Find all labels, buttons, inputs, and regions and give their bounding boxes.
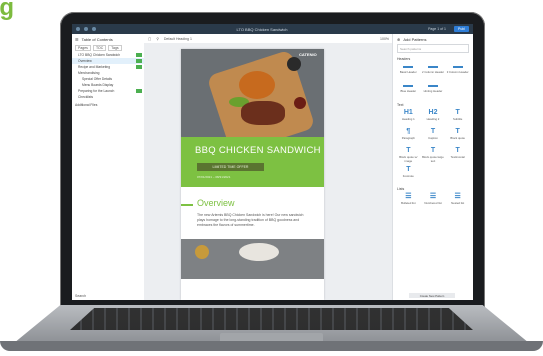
menu-icon[interactable] [76, 27, 80, 31]
text-icon: T [430, 128, 436, 135]
pattern-item[interactable]: 2 Column Header [422, 63, 445, 80]
publish-button[interactable]: Publ [453, 26, 469, 32]
pattern-item[interactable]: T Testimonial [446, 147, 469, 164]
list-icon: ☰ [429, 193, 437, 200]
patterns-search-input[interactable]: Search patterns [397, 44, 469, 53]
header-icon [427, 85, 438, 87]
section-title: Overview [197, 198, 235, 208]
document-page: CATENIO BBQ CHICKEN SANDWICH LIMITED TIM… [181, 49, 324, 300]
status-bar [136, 59, 142, 63]
hero-banner: BBQ CHICKEN SANDWICH LIMITED TIME OFFER … [181, 137, 324, 187]
text-icon: T [406, 147, 411, 154]
pattern-item[interactable]: 3 Column Header [446, 63, 469, 80]
keyboard [70, 308, 473, 330]
toc-item[interactable]: Checklists [72, 94, 144, 100]
laptop-lid: LTO BBQ Chicken Sandwich Page 1 of 1 Pub… [60, 12, 485, 312]
lists-grid: ☰ Bulleted list ☰ Numbered list ☰ Nested li… [393, 193, 473, 210]
sauce-bowl [294, 97, 306, 109]
tab-pages[interactable]: Pages [75, 45, 91, 51]
pattern-item[interactable]: Hinting Header [422, 82, 445, 99]
secondary-photo [181, 239, 324, 279]
sandwich-filling [241, 101, 285, 125]
laptop-base [0, 305, 543, 356]
header-icon [403, 66, 414, 68]
pattern-item[interactable]: T Footnote [397, 166, 420, 183]
heading-icon: H2 [428, 109, 438, 116]
laptop-front-edge [0, 341, 543, 351]
pattern-item[interactable]: H1 Heading 1 [397, 109, 420, 126]
pattern-item[interactable]: T Subtitle [446, 109, 469, 126]
text-icon: T [406, 166, 411, 173]
toc-header: ☰ Table of Contents [72, 34, 144, 44]
patterns-panel: ⊕ Add Patterns Search patterns Headers B… [392, 34, 473, 300]
list-icon: ☰ [405, 193, 412, 200]
app-topbar: LTO BBQ Chicken Sandwich Page 1 of 1 Pub… [72, 24, 473, 34]
redo-icon[interactable] [92, 27, 96, 31]
section-headers: Headers [397, 57, 411, 61]
style-selector[interactable]: Default Heading 1 [164, 37, 192, 41]
comment-icon[interactable]: ▢ [148, 37, 151, 41]
hero-title: BBQ CHICKEN SANDWICH [195, 145, 321, 156]
page-count: Page 1 of 1 [428, 27, 446, 31]
zoom-level[interactable]: 100% [380, 37, 389, 41]
text-icon: T [430, 147, 436, 154]
patterns-title: Add Patterns [403, 36, 427, 42]
pattern-item[interactable]: T Block quote [446, 128, 469, 145]
undo-icon[interactable] [84, 27, 88, 31]
pattern-item[interactable]: ☰ Bulleted list [397, 193, 420, 210]
heading-icon: H1 [403, 109, 413, 116]
spice-jar [195, 245, 209, 259]
hero-photo: CATENIO [181, 49, 324, 137]
pattern-item[interactable]: T Block quote large text [422, 147, 445, 164]
header-icon [427, 66, 438, 68]
pattern-item[interactable]: H2 Heading 2 [422, 109, 445, 126]
pattern-item[interactable]: T Block quote w/ image [397, 147, 420, 164]
section-rule [181, 204, 193, 206]
toc-icon: ☰ [75, 36, 79, 42]
body-text: The new Artemis BBQ Chicken Sandwich is … [197, 213, 304, 227]
document-canvas: CATENIO BBQ CHICKEN SANDWICH LIMITED TIM… [144, 43, 393, 300]
toc-panel: ☰ Table of Contents Pages TOC Tags LTO B… [72, 34, 145, 300]
toc-search[interactable]: Search [75, 294, 86, 298]
pattern-item[interactable]: ☰ Nested list [446, 193, 469, 210]
toc-title: Table of Contents [81, 36, 113, 42]
text-icon: T [455, 109, 460, 116]
pattern-item[interactable]: ¶ Paragraph [397, 128, 420, 145]
toc-item[interactable]: Additional Files [72, 102, 144, 108]
link-icon[interactable]: ⚲ [156, 37, 159, 41]
tab-tags[interactable]: Tags [108, 45, 122, 51]
status-bar [136, 53, 142, 57]
text-icon: T [455, 128, 460, 135]
header-icon [452, 66, 463, 68]
brand-logo: CATENIO [299, 52, 317, 57]
pattern-item[interactable]: ☰ Numbered list [422, 193, 445, 210]
plate [239, 243, 279, 261]
pattern-item[interactable]: Blue Header [397, 82, 420, 99]
patterns-icon: ⊕ [397, 36, 401, 42]
section-text: Text [397, 103, 404, 107]
document-title: LTO BBQ Chicken Sandwich [236, 26, 288, 32]
app-screen: LTO BBQ Chicken Sandwich Page 1 of 1 Pub… [72, 24, 473, 300]
headers-grid: Basic Header 2 Column Header 3 Column He… [393, 63, 473, 99]
bowl [287, 57, 301, 71]
text-icon: T [455, 147, 460, 154]
list-icon: ☰ [454, 193, 461, 200]
sandwich-bun [239, 71, 275, 99]
header-icon [403, 85, 414, 87]
corner-text: ing [0, 0, 14, 21]
create-pattern-button[interactable]: Create New Pattern [409, 293, 455, 298]
toc-tabs: Pages TOC Tags [72, 44, 144, 52]
text-grid: H1 Heading 1 H2 Heading 2 T Subtitle ¶ Parag… [393, 109, 473, 183]
tab-toc[interactable]: TOC [92, 45, 107, 51]
section-lists: Lists [397, 187, 405, 191]
paragraph-icon: ¶ [406, 128, 411, 135]
offer-badge: LIMITED TIME OFFER [197, 163, 264, 171]
status-bar [136, 65, 142, 69]
status-bar [136, 89, 142, 93]
pattern-item[interactable]: T Caption [422, 128, 445, 145]
patterns-header: ⊕ Add Patterns [393, 34, 473, 44]
offer-dates: 07/01/2021 – 08/31/2021 [197, 175, 231, 179]
pattern-item[interactable]: Basic Header [397, 63, 420, 80]
